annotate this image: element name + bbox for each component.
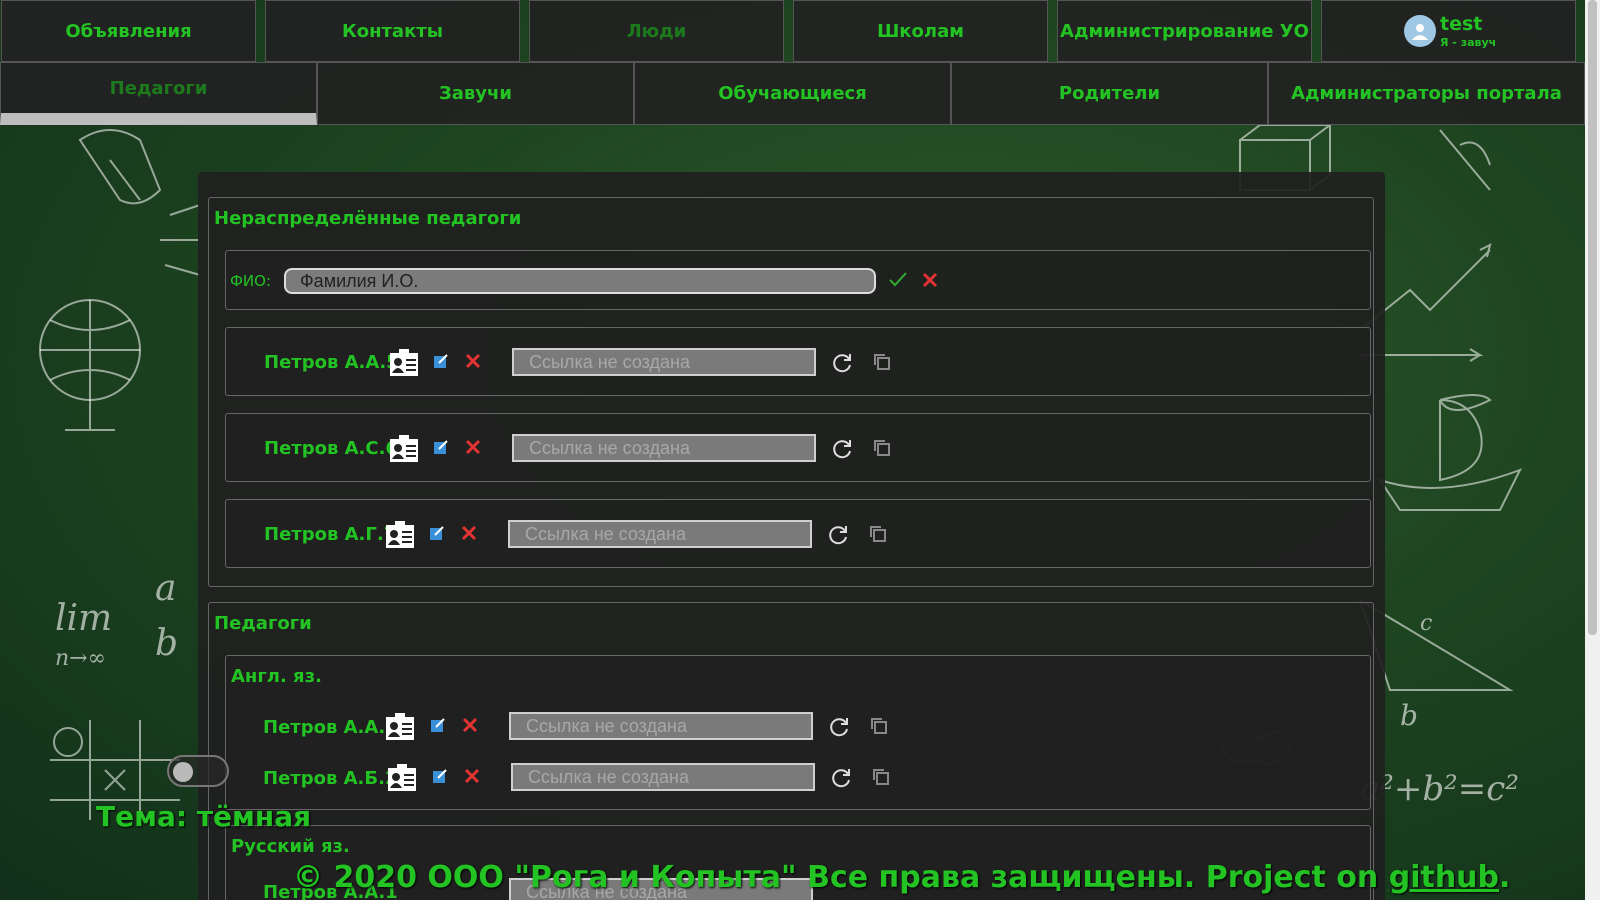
delete-icon[interactable] bbox=[463, 767, 481, 785]
tab-administration[interactable]: Администрирование УО bbox=[1057, 0, 1312, 62]
subject-title: Русский яз. bbox=[231, 836, 350, 857]
main-navigation: Объявления Контакты Люди Школам Админист… bbox=[0, 0, 1585, 62]
teacher-name: Петров А.С.6 bbox=[264, 438, 398, 459]
link-field[interactable]: Ссылка не создана bbox=[508, 520, 812, 548]
tab-announcements[interactable]: Объявления bbox=[1, 0, 256, 62]
svg-text:lim: lim bbox=[55, 598, 112, 639]
tab-parents[interactable]: Родители bbox=[951, 62, 1268, 125]
refresh-icon[interactable] bbox=[830, 436, 854, 460]
copy-icon[interactable] bbox=[872, 438, 892, 458]
link-field[interactable]: Ссылка не создана bbox=[512, 348, 816, 376]
tab-schools[interactable]: Школам bbox=[793, 0, 1048, 62]
edit-icon[interactable] bbox=[432, 438, 450, 456]
contact-card-icon[interactable] bbox=[388, 348, 420, 378]
teacher-name: Петров А.А.5 bbox=[264, 352, 399, 373]
section-title: Педагоги bbox=[214, 613, 312, 634]
refresh-icon[interactable] bbox=[830, 350, 854, 374]
confirm-icon[interactable] bbox=[886, 268, 910, 292]
delete-icon[interactable] bbox=[460, 524, 478, 542]
teacher-row: Петров А.Г.7 Ссылка не создана bbox=[225, 499, 1371, 568]
subject-title: Англ. яз. bbox=[231, 666, 322, 687]
user-name: test bbox=[1440, 12, 1483, 35]
footer-end: . bbox=[1499, 860, 1511, 895]
user-menu[interactable]: test Я - завуч bbox=[1321, 0, 1576, 62]
fio-input[interactable]: Фамилия И.О. bbox=[284, 268, 876, 294]
delete-icon[interactable] bbox=[464, 352, 482, 370]
tab-teachers[interactable]: Педагоги bbox=[0, 62, 317, 125]
page-scrollbar[interactable] bbox=[1585, 0, 1600, 900]
link-field[interactable]: Ссылка не создана bbox=[511, 763, 815, 791]
teachers-section: Педагоги Англ. яз. Петров А.А.1 Ссылка н… bbox=[208, 602, 1374, 900]
fio-label: ФИО: bbox=[230, 272, 271, 290]
svg-text:b: b bbox=[155, 623, 178, 664]
teacher-name: Петров А.А.1 bbox=[263, 717, 398, 738]
link-field[interactable]: Ссылка не создана bbox=[509, 712, 813, 740]
tab-students[interactable]: Обучающиеся bbox=[634, 62, 951, 125]
refresh-icon[interactable] bbox=[829, 765, 853, 789]
main-panel: Нераспределённые педагоги ФИО: Фамилия И… bbox=[198, 172, 1385, 900]
contact-card-icon[interactable] bbox=[384, 520, 416, 550]
svg-text:c: c bbox=[1420, 611, 1432, 636]
tab-head-teachers[interactable]: Завучи bbox=[317, 62, 634, 125]
link-field[interactable]: Ссылка не создана bbox=[512, 434, 816, 462]
svg-text:b: b bbox=[1400, 699, 1418, 732]
copy-icon[interactable] bbox=[868, 524, 888, 544]
svg-text:n→∞: n→∞ bbox=[55, 646, 106, 671]
copy-icon[interactable] bbox=[869, 716, 889, 736]
teacher-name: Петров А.Г.7 bbox=[264, 524, 397, 545]
contact-card-icon[interactable] bbox=[388, 434, 420, 464]
delete-icon[interactable] bbox=[461, 716, 479, 734]
footer: © 2020 ООО "Рога и Копыта" Все права защ… bbox=[293, 860, 1510, 895]
unassigned-teachers-section: Нераспределённые педагоги ФИО: Фамилия И… bbox=[208, 197, 1374, 587]
delete-icon[interactable] bbox=[464, 438, 482, 456]
subject-group: Англ. яз. Петров А.А.1 Ссылка не создана… bbox=[225, 655, 1371, 810]
add-teacher-form: ФИО: Фамилия И.О. bbox=[225, 250, 1371, 310]
edit-icon[interactable] bbox=[428, 524, 446, 542]
user-role: Я - завуч bbox=[1440, 35, 1497, 49]
copy-icon[interactable] bbox=[871, 767, 891, 787]
contact-card-icon[interactable] bbox=[384, 712, 416, 742]
toggle-knob bbox=[173, 762, 193, 782]
teacher-row: Петров А.А.5 Ссылка не создана bbox=[225, 327, 1371, 396]
cancel-icon[interactable] bbox=[918, 268, 942, 292]
edit-icon[interactable] bbox=[431, 767, 449, 785]
section-title: Нераспределённые педагоги bbox=[214, 208, 522, 229]
tab-people[interactable]: Люди bbox=[529, 0, 784, 62]
github-link[interactable]: github bbox=[1389, 860, 1499, 895]
tab-portal-admins[interactable]: Администраторы портала bbox=[1268, 62, 1585, 125]
theme-toggle[interactable] bbox=[167, 755, 229, 787]
copy-icon[interactable] bbox=[872, 352, 892, 372]
edit-icon[interactable] bbox=[429, 716, 447, 734]
edit-icon[interactable] bbox=[432, 352, 450, 370]
svg-text:a: a bbox=[155, 568, 176, 609]
user-avatar-icon bbox=[1404, 15, 1436, 47]
refresh-icon[interactable] bbox=[826, 522, 850, 546]
teacher-row: Петров А.С.6 Ссылка не создана bbox=[225, 413, 1371, 482]
teacher-name: Петров А.Б.2 bbox=[263, 768, 398, 789]
tab-contacts[interactable]: Контакты bbox=[265, 0, 520, 62]
footer-text: © 2020 ООО "Рога и Копыта" Все права защ… bbox=[293, 860, 1389, 895]
scrollbar-thumb[interactable] bbox=[1588, 0, 1597, 635]
refresh-icon[interactable] bbox=[827, 714, 851, 738]
people-subnavigation: Педагоги Завучи Обучающиеся Родители Адм… bbox=[0, 62, 1585, 125]
theme-label: Тема: тёмная bbox=[96, 800, 312, 833]
contact-card-icon[interactable] bbox=[386, 763, 418, 793]
